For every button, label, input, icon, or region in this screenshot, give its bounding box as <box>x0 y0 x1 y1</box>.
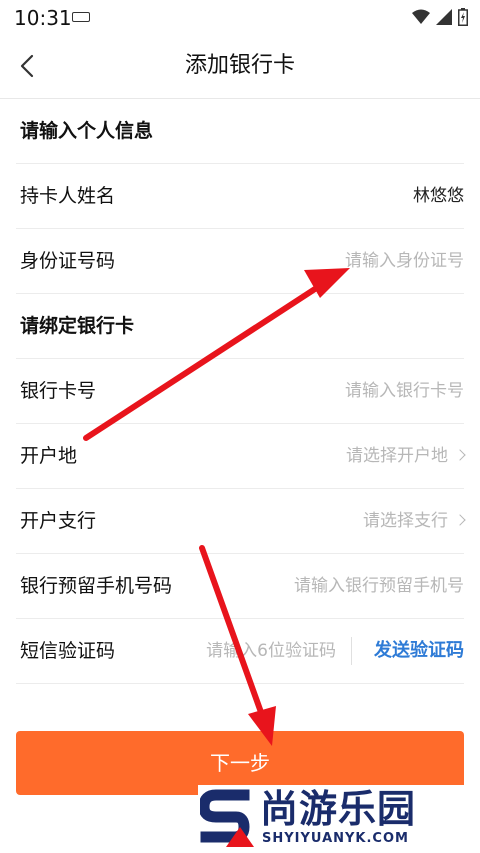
phone-label: 银行预留手机号码 <box>20 575 173 597</box>
page-title: 添加银行卡 <box>184 53 295 78</box>
wifi-icon <box>412 9 430 24</box>
branch-label: 开户支行 <box>20 510 97 532</box>
row-card-number: 银行卡号 <box>0 359 480 424</box>
id-number-label: 身份证号码 <box>20 250 116 272</box>
watermark-text-cn: 尚游乐园 <box>260 787 417 831</box>
row-id-number: 身份证号码 <box>0 229 480 294</box>
status-icons <box>412 8 468 26</box>
branch-select[interactable]: 请选择支行 <box>363 489 466 553</box>
branch-placeholder: 请选择支行 <box>363 511 448 531</box>
send-code-button[interactable]: 发送验证码 <box>374 619 464 683</box>
cardholder-label: 持卡人姓名 <box>20 185 116 207</box>
watermark: 尚游乐园 SHYIYUANYK.COM <box>198 785 480 853</box>
row-cardholder-name: 持卡人姓名 林悠悠 <box>0 164 480 229</box>
chevron-right-icon <box>454 449 466 461</box>
cardholder-value: 林悠悠 <box>413 186 464 206</box>
row-branch[interactable]: 开户支行 请选择支行 <box>0 489 480 554</box>
watermark-logo-icon <box>200 789 254 847</box>
keyboard-icon <box>72 12 90 22</box>
watermark-text-en: SHYIYUANYK.COM <box>262 831 409 846</box>
row-open-location[interactable]: 开户地 请选择开户地 <box>0 424 480 489</box>
open-location-label: 开户地 <box>20 445 78 467</box>
row-phone: 银行预留手机号码 <box>0 554 480 619</box>
open-location-placeholder: 请选择开户地 <box>346 446 448 466</box>
section-label-personal: 请输入个人信息 <box>20 120 154 142</box>
sms-separator <box>351 637 352 665</box>
nav-bar: 添加银行卡 <box>0 34 480 99</box>
section-bind-card: 请绑定银行卡 <box>0 294 480 359</box>
section-personal-info: 请输入个人信息 <box>0 99 480 164</box>
section-label-bank: 请绑定银行卡 <box>20 315 135 337</box>
status-time: 10:31 <box>14 6 72 30</box>
open-location-select[interactable]: 请选择开户地 <box>346 424 466 488</box>
row-sms-code: 短信验证码 发送验证码 <box>0 619 480 684</box>
battery-icon <box>458 8 468 26</box>
chevron-right-icon <box>454 514 466 526</box>
sms-code-label: 短信验证码 <box>20 640 116 662</box>
sms-code-input[interactable] <box>176 631 336 671</box>
id-number-input[interactable] <box>244 241 464 281</box>
signal-icon <box>436 9 452 25</box>
status-bar: 10:31 <box>0 0 480 34</box>
row-divider <box>16 683 464 684</box>
card-number-label: 银行卡号 <box>20 380 97 402</box>
card-number-input[interactable] <box>224 371 464 411</box>
phone-input[interactable] <box>264 566 464 606</box>
